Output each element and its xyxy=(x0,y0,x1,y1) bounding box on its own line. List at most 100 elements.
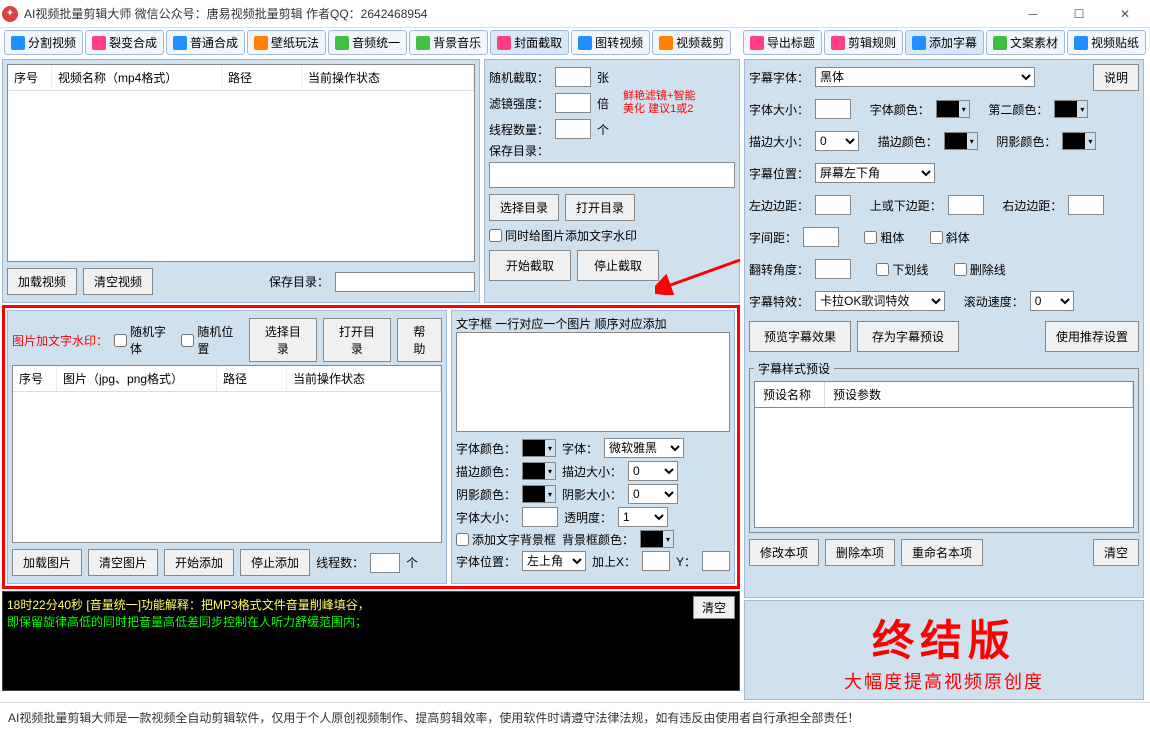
rotate-input[interactable] xyxy=(815,259,851,279)
stroke-size-select[interactable]: 0 xyxy=(628,461,678,481)
right-margin-input[interactable] xyxy=(1068,195,1104,215)
sub-pos-select[interactable]: 屏幕左下角 xyxy=(815,163,935,183)
watermark-checkbox[interactable]: 同时给图片添加文字水印 xyxy=(489,227,637,244)
maximize-button[interactable]: ☐ xyxy=(1056,0,1102,28)
clear-image-button[interactable]: 清空图片 xyxy=(88,549,158,576)
shadow-color-picker[interactable]: ▾ xyxy=(522,485,556,503)
italic-checkbox[interactable]: 斜体 xyxy=(930,229,970,246)
help-button[interactable]: 帮助 xyxy=(397,318,442,362)
tab-剪辑规则[interactable]: 剪辑规则 xyxy=(824,30,903,55)
font-size-input[interactable] xyxy=(522,507,558,527)
brand-panel: 终结版 大幅度提高视频原创度 xyxy=(744,600,1144,700)
start-cut-button[interactable]: 开始截取 xyxy=(489,250,571,281)
log-line: 18时22分40秒 [音量统一]功能解释：把MP3格式文件音量削峰填谷， xyxy=(7,596,735,613)
explain-button[interactable]: 说明 xyxy=(1093,64,1139,91)
tab-导出标题[interactable]: 导出标题 xyxy=(743,30,822,55)
pos-select[interactable]: 左上角 xyxy=(522,551,586,571)
tab-裂变合成[interactable]: 裂变合成 xyxy=(85,30,164,55)
sub-font-select[interactable]: 黑体 xyxy=(815,67,1035,87)
preset-grid[interactable] xyxy=(754,408,1134,528)
log-clear-button[interactable]: 清空 xyxy=(693,596,735,619)
filter-input[interactable] xyxy=(555,93,591,113)
wm-choose-dir-button[interactable]: 选择目录 xyxy=(249,318,317,362)
effect-select[interactable]: 卡拉OK歌词特效 xyxy=(815,291,945,311)
tab-icon xyxy=(11,36,25,50)
sub-size-input[interactable] xyxy=(815,99,851,119)
tab-壁纸玩法[interactable]: 壁纸玩法 xyxy=(247,30,326,55)
sub-color2-picker[interactable]: ▾ xyxy=(1054,100,1088,118)
preview-button[interactable]: 预览字幕效果 xyxy=(749,321,851,352)
font-color-picker[interactable]: ▾ xyxy=(522,439,556,457)
spacing-input[interactable] xyxy=(803,227,839,247)
cover-save-dir-input[interactable] xyxy=(489,162,735,188)
load-video-button[interactable]: 加载视频 xyxy=(7,268,77,295)
addx-input[interactable] xyxy=(642,551,670,571)
shadow-size-select[interactable]: 0 xyxy=(628,484,678,504)
load-image-button[interactable]: 加载图片 xyxy=(12,549,82,576)
tab-icon xyxy=(254,36,268,50)
tab-图转视频[interactable]: 图转视频 xyxy=(571,30,650,55)
watermark-title: 图片加文字水印： xyxy=(12,332,108,349)
speed-select[interactable]: 0 xyxy=(1030,291,1074,311)
left-margin-input[interactable] xyxy=(815,195,851,215)
edit-preset-button[interactable]: 修改本项 xyxy=(749,539,819,566)
bg-checkbox[interactable]: 添加文字背景框 xyxy=(456,531,556,548)
save-dir-input[interactable] xyxy=(335,272,475,292)
tab-icon xyxy=(416,36,430,50)
stop-add-button[interactable]: 停止添加 xyxy=(240,549,310,576)
opacity-select[interactable]: 1 xyxy=(618,507,668,527)
cover-save-dir-label: 保存目录： xyxy=(489,142,549,159)
minimize-button[interactable]: ─ xyxy=(1010,0,1056,28)
bg-color-picker[interactable]: ▾ xyxy=(640,530,674,548)
wm-threads-input[interactable] xyxy=(370,553,400,573)
tab-视频裁剪[interactable]: 视频裁剪 xyxy=(652,30,731,55)
tab-背景音乐[interactable]: 背景音乐 xyxy=(409,30,488,55)
threads-input[interactable] xyxy=(555,119,591,139)
stroke-color-picker[interactable]: ▾ xyxy=(522,462,556,480)
wm-open-dir-button[interactable]: 打开目录 xyxy=(323,318,391,362)
tab-封面截取[interactable]: 封面截取 xyxy=(490,30,569,55)
strike-checkbox[interactable]: 删除线 xyxy=(954,261,1006,278)
brand-title: 终结版 xyxy=(749,607,1139,668)
rename-preset-button[interactable]: 重命名本项 xyxy=(901,539,983,566)
textbox-title: 文字框 一行对应一个图片 顺序对应添加 xyxy=(456,315,730,332)
video-list[interactable]: 序号 视频名称（mp4格式） 路径 当前操作状态 xyxy=(7,64,475,262)
tab-分割视频[interactable]: 分割视频 xyxy=(4,30,83,55)
sub-shadow-color-picker[interactable]: ▾ xyxy=(1062,132,1096,150)
clear-video-button[interactable]: 清空视频 xyxy=(83,268,153,295)
text-lines-input[interactable] xyxy=(456,332,730,432)
open-dir-button[interactable]: 打开目录 xyxy=(565,194,635,221)
save-preset-button[interactable]: 存为字幕预设 xyxy=(857,321,959,352)
watermark-panel: 图片加文字水印： 随机字体 随机位置 选择目录 打开目录 帮助 序号 图片（jp… xyxy=(7,310,447,584)
bold-checkbox[interactable]: 粗体 xyxy=(864,229,904,246)
cover-settings-panel: 随机截取：张 滤镜强度：倍 鲜艳滤镜+智能美化 建议1或2 线程数量：个 保存目… xyxy=(484,59,740,303)
brand-subtitle: 大幅度提高视频原创度 xyxy=(749,668,1139,694)
tab-icon xyxy=(335,36,349,50)
rand-cut-input[interactable] xyxy=(555,67,591,87)
tab-icon xyxy=(831,36,845,50)
underline-checkbox[interactable]: 下划线 xyxy=(876,261,928,278)
col-index: 序号 xyxy=(8,65,52,90)
font-select[interactable]: 微软雅黑 xyxy=(604,438,684,458)
delete-preset-button[interactable]: 删除本项 xyxy=(825,539,895,566)
tb-margin-input[interactable] xyxy=(948,195,984,215)
close-button[interactable]: ✕ xyxy=(1102,0,1148,28)
tab-普通合成[interactable]: 普通合成 xyxy=(166,30,245,55)
sub-color-picker[interactable]: ▾ xyxy=(936,100,970,118)
sub-stroke-color-picker[interactable]: ▾ xyxy=(944,132,978,150)
sub-stroke-select[interactable]: 0 xyxy=(815,131,859,151)
start-add-button[interactable]: 开始添加 xyxy=(164,549,234,576)
tab-文案素材[interactable]: 文案素材 xyxy=(986,30,1065,55)
rand-font-checkbox[interactable]: 随机字体 xyxy=(114,323,175,357)
recommend-button[interactable]: 使用推荐设置 xyxy=(1045,321,1139,352)
image-list[interactable]: 序号 图片（jpg、png格式） 路径 当前操作状态 xyxy=(12,365,442,543)
clear-preset-button[interactable]: 清空 xyxy=(1093,539,1139,566)
stop-cut-button[interactable]: 停止截取 xyxy=(577,250,659,281)
addy-input[interactable] xyxy=(702,551,730,571)
tab-视频贴纸[interactable]: 视频贴纸 xyxy=(1067,30,1146,55)
rand-pos-checkbox[interactable]: 随机位置 xyxy=(181,323,242,357)
tab-音频统一[interactable]: 音频统一 xyxy=(328,30,407,55)
tab-添加字幕[interactable]: 添加字幕 xyxy=(905,30,984,55)
choose-dir-button[interactable]: 选择目录 xyxy=(489,194,559,221)
threads-label: 线程数量： xyxy=(489,121,549,138)
